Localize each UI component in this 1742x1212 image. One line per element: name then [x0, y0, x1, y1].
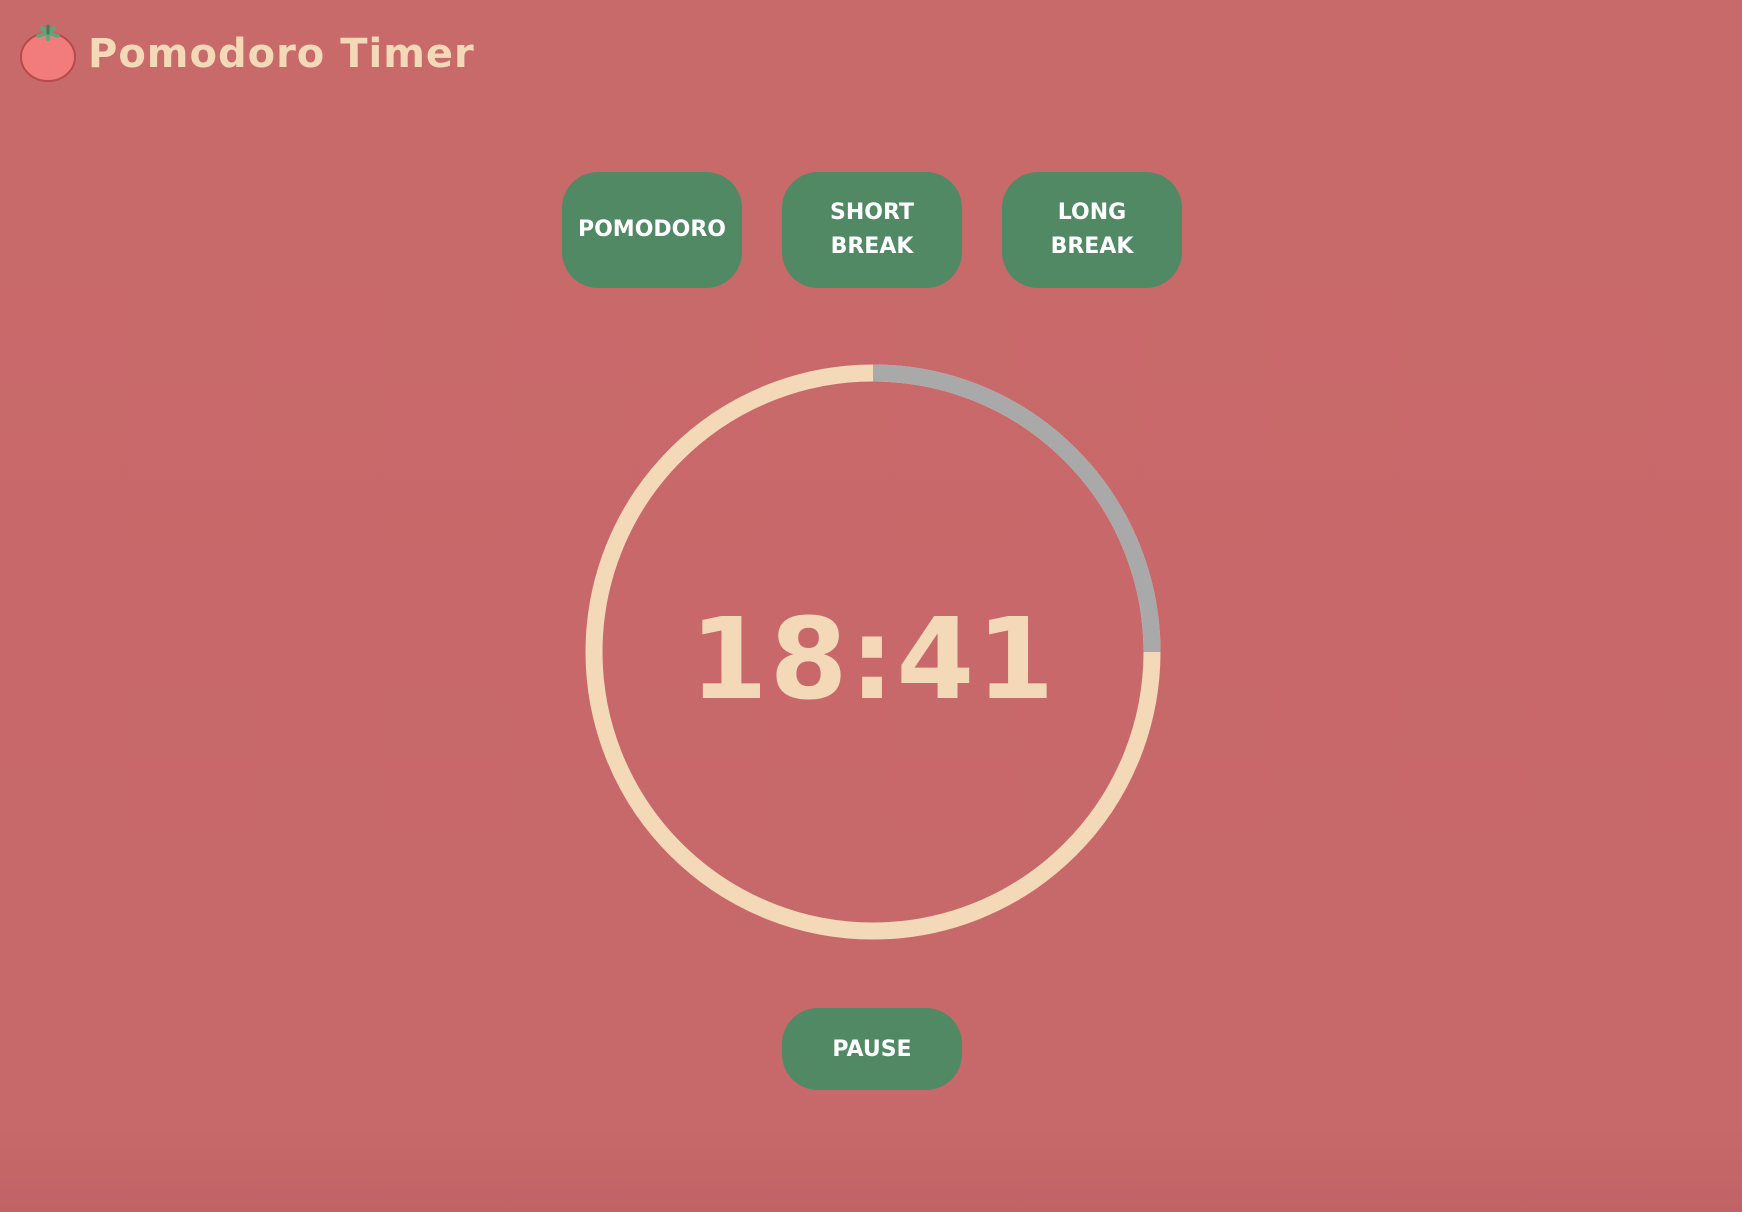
tomato-icon [20, 24, 76, 82]
timer-display: 18:41 [689, 595, 1057, 725]
short-break-mode-button[interactable]: SHORT BREAK [782, 172, 962, 288]
short-break-label-line2: BREAK [830, 234, 914, 259]
pause-button[interactable]: PAUSE [782, 1008, 962, 1090]
long-break-label-line1: LONG [1057, 200, 1127, 225]
long-break-mode-button[interactable]: LONG BREAK [1002, 172, 1182, 288]
timer-ring: 18:41 [585, 364, 1161, 940]
pomodoro-mode-button[interactable]: POMODORO [562, 172, 742, 288]
app-header: Pomodoro Timer [18, 22, 475, 86]
short-break-label-line1: SHORT [830, 200, 914, 225]
app-title: Pomodoro Timer [88, 31, 475, 77]
pomodoro-mode-label: POMODORO [577, 217, 727, 242]
long-break-label-line2: BREAK [1050, 234, 1134, 259]
